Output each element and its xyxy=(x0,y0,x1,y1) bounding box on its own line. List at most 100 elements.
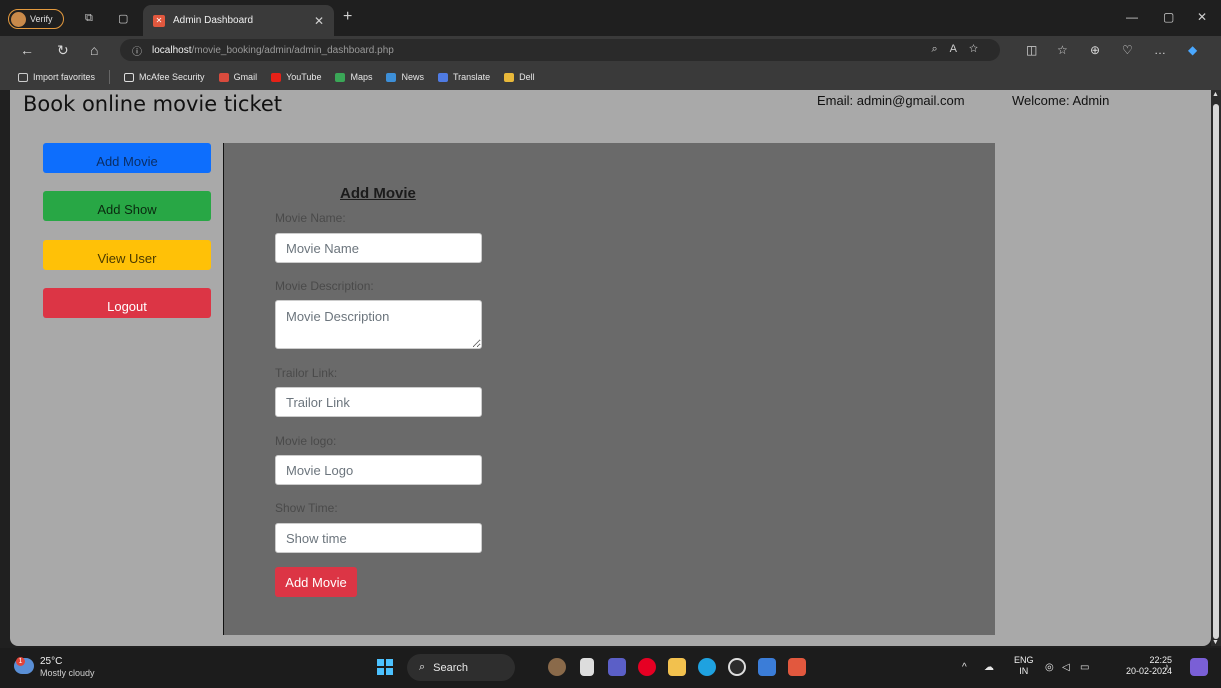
taskbar-search[interactable]: ⌕ Search xyxy=(407,654,515,681)
store-icon[interactable] xyxy=(758,658,776,676)
search-label: Search xyxy=(433,661,469,674)
copilot-taskbar-icon[interactable] xyxy=(1190,658,1208,676)
weather-condition: Mostly cloudy xyxy=(40,668,95,678)
bookmark-maps[interactable]: Maps xyxy=(335,72,372,82)
show-time-label: Show Time: xyxy=(275,501,338,515)
bookmark-label: YouTube xyxy=(286,72,322,82)
taskbar: 1 25°C Mostly cloudy ⌕ Search ^ ☁ ENG IN… xyxy=(0,648,1221,688)
address-bar[interactable]: ⓘ localhost/movie_booking/admin/admin_da… xyxy=(120,39,1000,61)
scroll-down-icon[interactable]: ▼ xyxy=(1212,639,1219,646)
back-icon[interactable]: ← xyxy=(20,42,34,58)
favorites-icon[interactable]: ☆ xyxy=(1057,43,1068,57)
site-info-icon[interactable]: ⓘ xyxy=(132,43,142,58)
teams-icon[interactable] xyxy=(608,658,626,676)
tab-actions-icon[interactable]: ▢ xyxy=(118,12,128,25)
more-menu-icon[interactable]: … xyxy=(1154,43,1166,57)
page-icon xyxy=(124,72,135,82)
bookmark-label: Maps xyxy=(350,72,373,82)
bookmark-label: Import favorites xyxy=(33,72,96,82)
volume-icon[interactable]: ◁ xyxy=(1062,662,1070,673)
wifi-icon[interactable]: ◎ xyxy=(1045,662,1054,673)
bookmark-label: Gmail xyxy=(233,72,258,82)
notification-badge: 1 xyxy=(16,657,25,666)
show-hidden-icons-icon[interactable]: ^ xyxy=(962,662,967,673)
search-icon: ⌕ xyxy=(419,661,426,673)
add-show-nav-button[interactable]: Add Show xyxy=(43,191,211,221)
scroll-up-icon[interactable]: ▲ xyxy=(1212,91,1219,98)
language-indicator[interactable]: ENG IN xyxy=(1014,655,1034,677)
dell-icon[interactable] xyxy=(728,658,746,676)
xampp-icon[interactable] xyxy=(788,658,806,676)
widgets-icon[interactable] xyxy=(548,658,566,676)
split-screen-icon[interactable]: ◫ xyxy=(1026,43,1037,57)
bookmark-youtube[interactable]: YouTube xyxy=(271,72,321,82)
lang-top: ENG xyxy=(1014,655,1034,665)
scrollbar-thumb[interactable] xyxy=(1213,104,1219,639)
movie-description-label: Movie Description: xyxy=(275,279,374,293)
gmail-icon xyxy=(218,72,229,82)
bookmark-gmail[interactable]: Gmail xyxy=(218,72,258,82)
bookmark-label: Translate xyxy=(452,72,491,82)
form-title: Add Movie xyxy=(340,185,416,202)
bookmarks-bar: Import favorites McAfee Security Gmail Y… xyxy=(0,64,1221,90)
trailer-link-label: Trailor Link: xyxy=(275,366,338,380)
youtube-icon xyxy=(271,72,282,82)
tab-title: Admin Dashboard xyxy=(173,15,254,26)
bookmark-label: News xyxy=(401,72,424,82)
bookmark-label: McAfee Security xyxy=(139,72,205,82)
bookmark-mcafee[interactable]: McAfee Security xyxy=(124,72,205,82)
collections-icon[interactable]: ⊕ xyxy=(1090,43,1100,57)
home-icon[interactable]: ⌂ xyxy=(90,42,98,58)
maps-icon xyxy=(335,72,346,82)
refresh-icon[interactable]: ↻ xyxy=(57,42,69,59)
task-view-icon[interactable] xyxy=(580,658,594,676)
new-tab-icon[interactable]: + xyxy=(343,8,352,26)
battery-icon[interactable]: ▭ xyxy=(1080,662,1089,673)
minimize-icon[interactable]: — xyxy=(1126,10,1138,24)
tab-admin-dashboard[interactable]: ✕ Admin Dashboard ✕ xyxy=(143,5,334,36)
news-icon xyxy=(386,72,397,82)
pinterest-icon[interactable] xyxy=(638,658,656,676)
profile-button[interactable]: Verify xyxy=(8,9,64,29)
weather-temperature: 25°C xyxy=(40,656,63,667)
add-movie-submit-button[interactable]: Add Movie xyxy=(275,567,357,597)
edge-icon[interactable] xyxy=(698,658,716,676)
logout-button[interactable]: Logout xyxy=(43,288,211,318)
file-explorer-icon[interactable] xyxy=(668,658,686,676)
translate-icon xyxy=(437,72,448,82)
import-icon xyxy=(18,72,28,82)
add-movie-panel: Add Movie Movie Name: Movie Description:… xyxy=(223,143,995,635)
start-button[interactable] xyxy=(377,659,393,675)
view-user-nav-button[interactable]: View User xyxy=(43,240,211,270)
xampp-favicon-icon: ✕ xyxy=(153,14,165,27)
copilot-icon[interactable]: ◆ xyxy=(1188,43,1197,57)
avatar xyxy=(11,11,26,27)
bookmark-news[interactable]: News xyxy=(386,72,424,82)
add-movie-nav-button[interactable]: Add Movie xyxy=(43,143,211,173)
onedrive-icon[interactable]: ☁ xyxy=(984,662,994,673)
workspaces-icon[interactable]: ⧉ xyxy=(85,12,93,25)
close-tab-icon[interactable]: ✕ xyxy=(314,14,324,28)
admin-email: Email: admin@gmail.com xyxy=(817,93,965,108)
bookmark-import-favorites[interactable]: Import favorites xyxy=(18,72,95,82)
bookmark-separator xyxy=(109,70,111,84)
movie-name-input[interactable] xyxy=(275,233,482,263)
show-time-input[interactable] xyxy=(275,523,482,553)
browser-tab-bar: Verify ⧉ ▢ ✕ Admin Dashboard ✕ + — ▢ ✕ xyxy=(0,0,1221,36)
trailer-link-input[interactable] xyxy=(275,387,482,417)
close-window-icon[interactable]: ✕ xyxy=(1197,10,1207,24)
bookmark-dell[interactable]: Dell xyxy=(504,72,535,82)
bookmark-translate[interactable]: Translate xyxy=(437,72,491,82)
url-host: localhost xyxy=(152,44,192,56)
lang-bottom: IN xyxy=(1019,666,1029,676)
movie-logo-input[interactable] xyxy=(275,455,482,485)
movie-description-input[interactable] xyxy=(275,300,482,349)
movie-name-label: Movie Name: xyxy=(275,211,346,225)
address-bar-actions[interactable]: ⌕A☆ xyxy=(932,43,990,56)
restore-icon[interactable]: ▢ xyxy=(1163,10,1174,24)
url-path: /movie_booking/admin/admin_dashboard.php xyxy=(191,44,394,56)
notifications-icon[interactable]: ♪ xyxy=(1164,662,1169,673)
bookmark-label: Dell xyxy=(519,72,535,82)
browser-essentials-icon[interactable]: ♡ xyxy=(1122,43,1133,57)
profile-label: Verify xyxy=(30,14,53,24)
